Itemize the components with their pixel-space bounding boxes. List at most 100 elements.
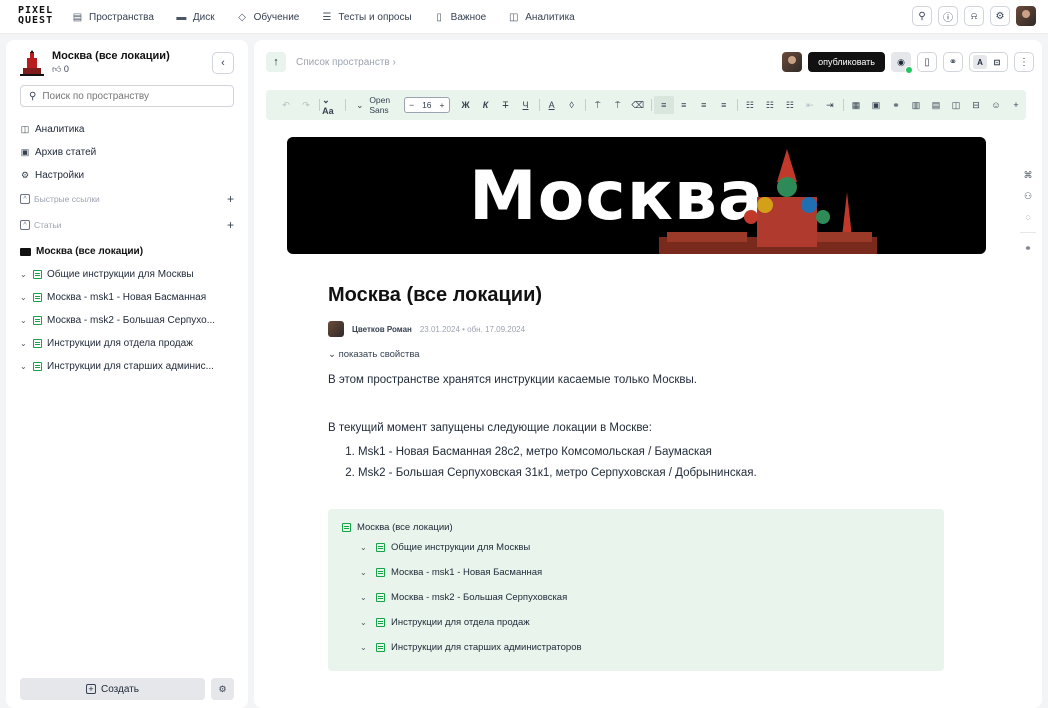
tree-item[interactable]: ⌄ Москва - msk2 - Большая Серпухо... [20,309,240,332]
plus-icon[interactable]: + [440,100,445,110]
chevron-down-icon[interactable]: ⌄ [360,568,370,577]
nav-important[interactable]: ▯ Важное [434,12,486,23]
settings-button[interactable]: ⚙ [990,6,1010,26]
collapse-sidebar-button[interactable]: ‹ [212,52,234,74]
text-style-dropdown[interactable]: ⌄ Aa [322,95,342,116]
nav-learning[interactable]: ◇ Обучение [237,12,299,23]
nav-disk[interactable]: ▬ Диск [176,12,214,23]
comment-icon[interactable]: ◌ [1021,212,1035,222]
likes-counter[interactable]: 👍︎ 0 [52,64,170,75]
tree-item[interactable]: ⌄ Общие инструкции для Москвы [20,263,240,286]
subpage-item[interactable]: ⌄ Общие инструкции для Москвы [342,535,930,560]
columns-icon[interactable]: ▥ [906,96,926,114]
info-button[interactable]: ⓘ [938,6,958,26]
more-menu-button[interactable]: ⋮ [1014,52,1034,72]
format-painter-icon[interactable]: ⍑ [588,96,608,114]
emoji-icon[interactable]: ☺ [986,96,1006,114]
quick-links-section[interactable]: ^ Быстрые ссылки + [20,191,234,207]
sidebar-item-archive[interactable]: ▣ Архив статей [20,141,97,164]
copy-link-button[interactable]: ⚭ [943,52,963,72]
chevron-down-icon[interactable]: ⌄ [20,316,28,325]
structure-icon[interactable]: ⌘ [1021,170,1035,181]
bold-icon[interactable]: Ж [456,96,476,114]
embed-icon[interactable]: ▤ [926,96,946,114]
bullet-list-icon[interactable]: ☷ [740,96,760,114]
space-search[interactable]: ⚲ [20,85,234,107]
text-color-icon[interactable]: A [542,96,562,114]
image-icon[interactable]: ▣ [866,96,886,114]
format-clone-icon[interactable]: ⍑ [608,96,628,114]
numbered-list-icon[interactable]: ☷ [760,96,780,114]
list-item[interactable]: Msk2 - Большая Серпуховская 31к1, метро … [358,467,948,479]
strikethrough-icon[interactable]: Т [496,96,516,114]
list-item[interactable]: Msk1 - Новая Басманная 28с2, метро Комсо… [358,446,948,458]
tree-item[interactable]: ⌄ Инструкции для отдела продаж [20,332,240,355]
align-justify-icon[interactable]: ≡ [714,96,734,114]
table-icon[interactable]: ▦ [846,96,866,114]
info-block-icon[interactable]: ◫ [946,96,966,114]
toggle-block-icon[interactable]: ⊟ [966,96,986,114]
bookmark-button[interactable]: ▯ [917,52,937,72]
chevron-down-icon[interactable]: ⌄ [360,618,370,627]
lock-button[interactable]: ⊡ [990,55,1004,69]
chevron-down-icon[interactable]: ⌄ [20,270,28,279]
chevron-down-icon[interactable]: ⌄ [360,543,370,552]
link-icon[interactable]: ⚭ [1021,243,1035,254]
collaborator-avatar[interactable] [782,52,803,72]
publish-button[interactable]: опубликовать [808,52,885,72]
highlight-icon[interactable]: ◊ [562,96,582,114]
sidebar-item-settings[interactable]: ⚙ Настройки [20,164,96,187]
chevron-down-icon[interactable]: ⌄ [360,643,370,652]
align-center-icon[interactable]: ≡ [674,96,694,114]
notifications-button[interactable]: ⍾ [964,6,984,26]
subpage-item[interactable]: ⌄ Москва - msk2 - Большая Серпуховская [342,585,930,610]
search-button[interactable]: ⚲ [912,6,932,26]
document-title[interactable]: Москва (все локации) [328,284,948,307]
redo-icon[interactable]: ↷ [296,96,316,114]
paragraph[interactable]: В текущий момент запущены следующие лока… [328,422,948,434]
more-insert-icon[interactable]: + [1006,96,1026,114]
font-size-stepper[interactable]: −16 + [404,97,450,113]
create-button[interactable]: + Создать [20,678,205,700]
subpage-item[interactable]: ⌄ Инструкции для отдела продаж [342,610,930,635]
users-icon[interactable]: ⚇ [1021,191,1035,202]
chevron-down-icon[interactable]: ⌄ [20,362,28,371]
articles-section[interactable]: ^ Статьи + [20,217,234,233]
check-list-icon[interactable]: ☷ [780,96,800,114]
space-search-input[interactable] [42,90,223,102]
subpages-root[interactable]: Москва (все локации) [342,519,930,535]
text-mode-button[interactable]: A [973,55,987,69]
chevron-down-icon[interactable]: ⌄ [360,593,370,602]
font-family-select[interactable]: ⌄ Open Sans [348,95,398,115]
nav-analytics[interactable]: ◫ Аналитика [508,12,575,23]
align-right-icon[interactable]: ≡ [694,96,714,114]
tree-item[interactable]: ⌄ Инструкции для старших админис... [20,355,240,378]
add-quick-link-button[interactable]: + [227,192,234,206]
sidebar-settings-button[interactable]: ⚙ [211,678,234,700]
author-avatar[interactable] [328,321,344,337]
subpage-item[interactable]: ⌄ Инструкции для старших администраторов [342,635,930,660]
undo-icon[interactable]: ↶ [276,96,296,114]
outdent-icon[interactable]: ⇤ [800,96,820,114]
minus-icon[interactable]: − [409,100,414,110]
align-left-icon[interactable]: ≡ [653,96,674,114]
add-article-button[interactable]: + [227,218,234,232]
app-logo[interactable]: PIXEL QUEST [18,6,58,28]
breadcrumb-link[interactable]: Список пространств › [296,57,396,68]
author-name[interactable]: Цветков Роман [352,325,412,334]
nav-tests[interactable]: ☰ Тесты и опросы [321,12,411,23]
sidebar-item-analytics[interactable]: ◫ Аналитика [20,118,96,141]
chevron-down-icon[interactable]: ⌄ [20,293,28,302]
italic-icon[interactable]: К [476,96,496,114]
chevron-down-icon[interactable]: ⌄ [20,339,28,348]
paragraph[interactable]: В этом пространстве хранятся инструкции … [328,374,948,386]
link-icon[interactable]: ⚭ [886,96,906,114]
show-properties-toggle[interactable]: ⌄ показать свойства [328,349,948,360]
tree-root[interactable]: Москва (все локации) [20,240,240,263]
user-avatar[interactable] [1016,6,1036,26]
tree-item[interactable]: ⌄ Москва - msk1 - Новая Басманная [20,286,240,309]
clear-format-icon[interactable]: ⌫ [628,96,648,114]
go-up-button[interactable]: ↑ [266,52,286,72]
nav-spaces[interactable]: ▤ Пространства [72,12,154,23]
visibility-button[interactable]: ◉ [891,52,913,74]
